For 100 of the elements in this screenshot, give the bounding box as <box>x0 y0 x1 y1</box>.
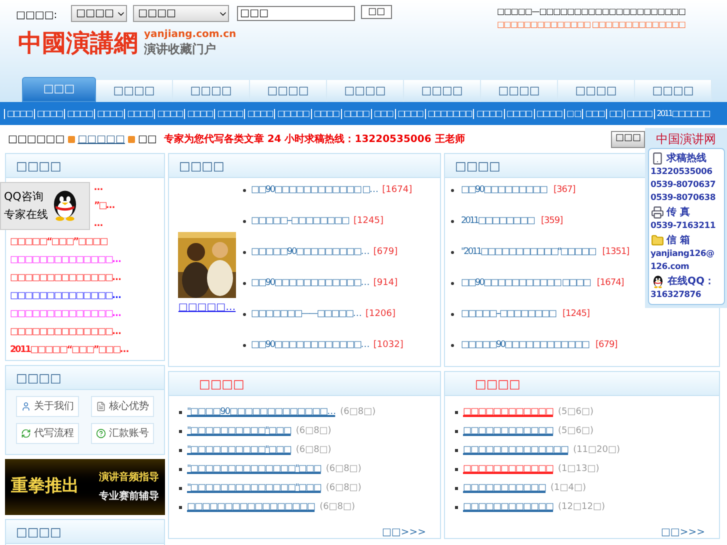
nav-tab[interactable]: □□□□ <box>558 80 635 102</box>
sub-nav-link[interactable]: □□□□□□□ <box>428 108 472 120</box>
bullet-icon <box>451 250 454 254</box>
sub-nav-link[interactable]: □□□□ <box>157 108 182 120</box>
search-field[interactable]: □□□ <box>237 6 356 21</box>
article-link[interactable]: □□□□□90□□□□□□□□□… <box>251 246 368 258</box>
service-button[interactable]: 汇款账号 <box>91 423 154 444</box>
article-link[interactable]: □□□□□90□□□□□□□□□□□□ <box>461 339 589 351</box>
article-link[interactable]: 2011□□□□□“□□□”□□□… <box>10 344 128 357</box>
more-link[interactable]: □□>>> <box>382 528 426 538</box>
side-button[interactable]: □□□ <box>611 130 645 148</box>
nav-tab[interactable]: □□□□ <box>250 80 327 102</box>
sub-nav-link[interactable]: □□ <box>609 108 622 120</box>
sub-nav-link[interactable]: □□□□ <box>476 108 502 120</box>
news-link[interactable]: □□□□□□□□□□□ <box>463 482 546 494</box>
service-button[interactable]: 代写流程 <box>16 423 79 444</box>
article-link[interactable]: □□□□□□□□□□□□□□… <box>10 272 120 285</box>
picture-caption[interactable]: □□□□□… <box>178 300 236 315</box>
article-link[interactable]: □□90□□□□□□□□□ <box>461 184 546 196</box>
article-link[interactable]: … <box>94 218 102 231</box>
news-link[interactable]: □□□□□□□□□□□□ <box>463 501 554 513</box>
news-link[interactable]: "□□□□□□□□□□"□□□ <box>187 425 291 437</box>
article-link[interactable]: □□□□□--□□□□□□□□ <box>461 308 556 320</box>
subcategory-select[interactable]: □□□□ <box>133 5 230 22</box>
sub-nav-link[interactable]: □ □ <box>566 108 580 120</box>
view-count: [679] <box>596 339 618 351</box>
sub-nav-link[interactable]: □□□□ <box>536 108 562 120</box>
site-domain: yanjiang.com.cn <box>144 29 236 41</box>
category-select[interactable]: □□□□ <box>71 5 128 22</box>
news-link[interactable]: "□□□□□□□□□□"□□□ <box>187 444 291 456</box>
article-link[interactable]: □□90□□□□□□□□□□□□… <box>251 339 368 351</box>
sub-nav-link[interactable]: □□□□ <box>506 108 532 120</box>
sub-nav-link[interactable]: □□□□ <box>127 108 152 120</box>
sub-nav-link[interactable]: □□□□ <box>314 108 339 120</box>
sub-nav-link[interactable]: □□□□ <box>398 108 423 120</box>
nav-tab[interactable]: □□□□ <box>96 80 173 102</box>
sub-nav-link[interactable]: □□□□ <box>217 108 242 120</box>
bullet-icon <box>179 506 182 508</box>
sub-nav-link[interactable]: □□□ <box>585 108 604 120</box>
news-date: (1□4□) <box>550 482 586 494</box>
article-link[interactable]: □□□□□□□——□□□□□… <box>251 308 361 320</box>
news-date: (12□12□) <box>558 501 605 513</box>
bullet-icon <box>243 344 246 346</box>
news-link[interactable]: "□□□□□□□□□□□□□□"□□□ <box>187 463 321 475</box>
bullet-icon <box>179 448 182 452</box>
sub-nav-link[interactable]: 2011□□□□□□ <box>656 108 710 120</box>
qq-label: 专家在线 <box>4 207 48 223</box>
news-link[interactable]: "□□□□90□□□□□□□□□□□□□… <box>187 406 336 418</box>
contact-text: 13220535006 <box>650 166 714 179</box>
nav-tab[interactable]: □□□□ <box>404 80 481 102</box>
service-button[interactable]: 关于我们 <box>16 396 79 417</box>
contact-text: 316327876 <box>650 289 702 302</box>
article-link[interactable]: □□□□□□□□□□□□□□… <box>10 326 120 339</box>
news-link[interactable]: □□□□□□□□□□□□□□□□□ <box>187 501 315 513</box>
sub-nav-link[interactable]: □□□□ <box>187 108 212 120</box>
news-date: (5□6□) <box>558 425 594 437</box>
nav-tab[interactable]: □□□□ <box>481 80 558 102</box>
article-link[interactable]: … <box>94 182 102 195</box>
news-link[interactable]: □□□□□□□□□□□□□□ <box>463 444 568 456</box>
sub-nav-link[interactable]: □□□ <box>374 108 393 120</box>
sub-nav-link[interactable]: □□□□ <box>7 108 32 120</box>
news-link[interactable]: □□□□□□□□□□□□ <box>463 463 554 475</box>
breadcrumb-link[interactable]: □□□□□ <box>78 132 125 146</box>
news-link[interactable]: □□□□□□□□□□□□ <box>463 406 554 418</box>
article-link[interactable]: ”□… <box>94 200 114 213</box>
article-link[interactable]: 2011□□□□□□□□ <box>461 215 534 227</box>
article-link[interactable]: □□□□□□□□□□□□□□… <box>10 308 120 321</box>
qq-widget[interactable]: QQ咨询 专家在线 <box>0 182 90 230</box>
article-link[interactable]: □□90□□□□□□□□□□□□ □… <box>251 184 378 196</box>
bullet-icon <box>455 506 458 508</box>
article-link[interactable]: □□□□□□□□□□□□□□… <box>10 254 120 267</box>
sub-nav-link[interactable]: □□□□ <box>97 108 122 120</box>
nav-tab[interactable]: □□□□ <box>173 80 250 102</box>
news-link[interactable]: □□□□□□□□□□□□ <box>463 425 554 437</box>
news-link[interactable]: "□□□□□□□□□□□□□□"□□□ <box>187 482 321 494</box>
sub-nav-link[interactable]: □□□□ <box>626 108 652 120</box>
bullet-icon <box>243 250 246 254</box>
sub-nav-link[interactable]: □□□□ <box>67 108 92 120</box>
arrows-icon <box>21 427 31 440</box>
article-link[interactable]: □□90□□□□□□□□□□□ □□□□ <box>461 277 590 289</box>
promo-banner[interactable]: 重拳推出 演讲音频指导 专业赛前辅导 <box>5 459 165 515</box>
notice-link[interactable]: □□□□□□□□□□□□□□ □□□□□□□□□□□□□□ <box>497 18 686 31</box>
sub-nav-link[interactable]: □□□□ <box>247 108 272 120</box>
site-slogan: 演讲收藏门户 <box>144 41 217 57</box>
contact-text: yanjiang126@ <box>650 248 716 261</box>
article-link[interactable]: □□□□□□□□□□□□□□… <box>10 290 120 303</box>
nav-tab[interactable]: □□□□ <box>327 80 404 102</box>
article-link[interactable]: □□□□□“□□□”□□□□ <box>10 236 108 249</box>
person-icon <box>21 400 31 413</box>
bullet-icon <box>451 188 454 192</box>
nav-tab[interactable]: □□□□ <box>635 80 712 102</box>
service-button[interactable]: 核心优势 <box>91 396 154 417</box>
article-link[interactable]: "2011□□□□□□□□□□□"□□□□□ <box>461 246 596 258</box>
sub-nav-link[interactable]: □□□□ <box>344 108 369 120</box>
article-link[interactable]: □□□□□--□□□□□□□□ <box>251 215 349 227</box>
sub-nav-link[interactable]: □□□□□ <box>277 108 309 120</box>
article-link[interactable]: □□90□□□□□□□□□□□□… <box>251 277 368 289</box>
sub-nav-link[interactable]: □□□□ <box>37 108 62 120</box>
more-link[interactable]: □□>>> <box>660 528 705 538</box>
search-button[interactable]: □□ <box>361 5 392 19</box>
